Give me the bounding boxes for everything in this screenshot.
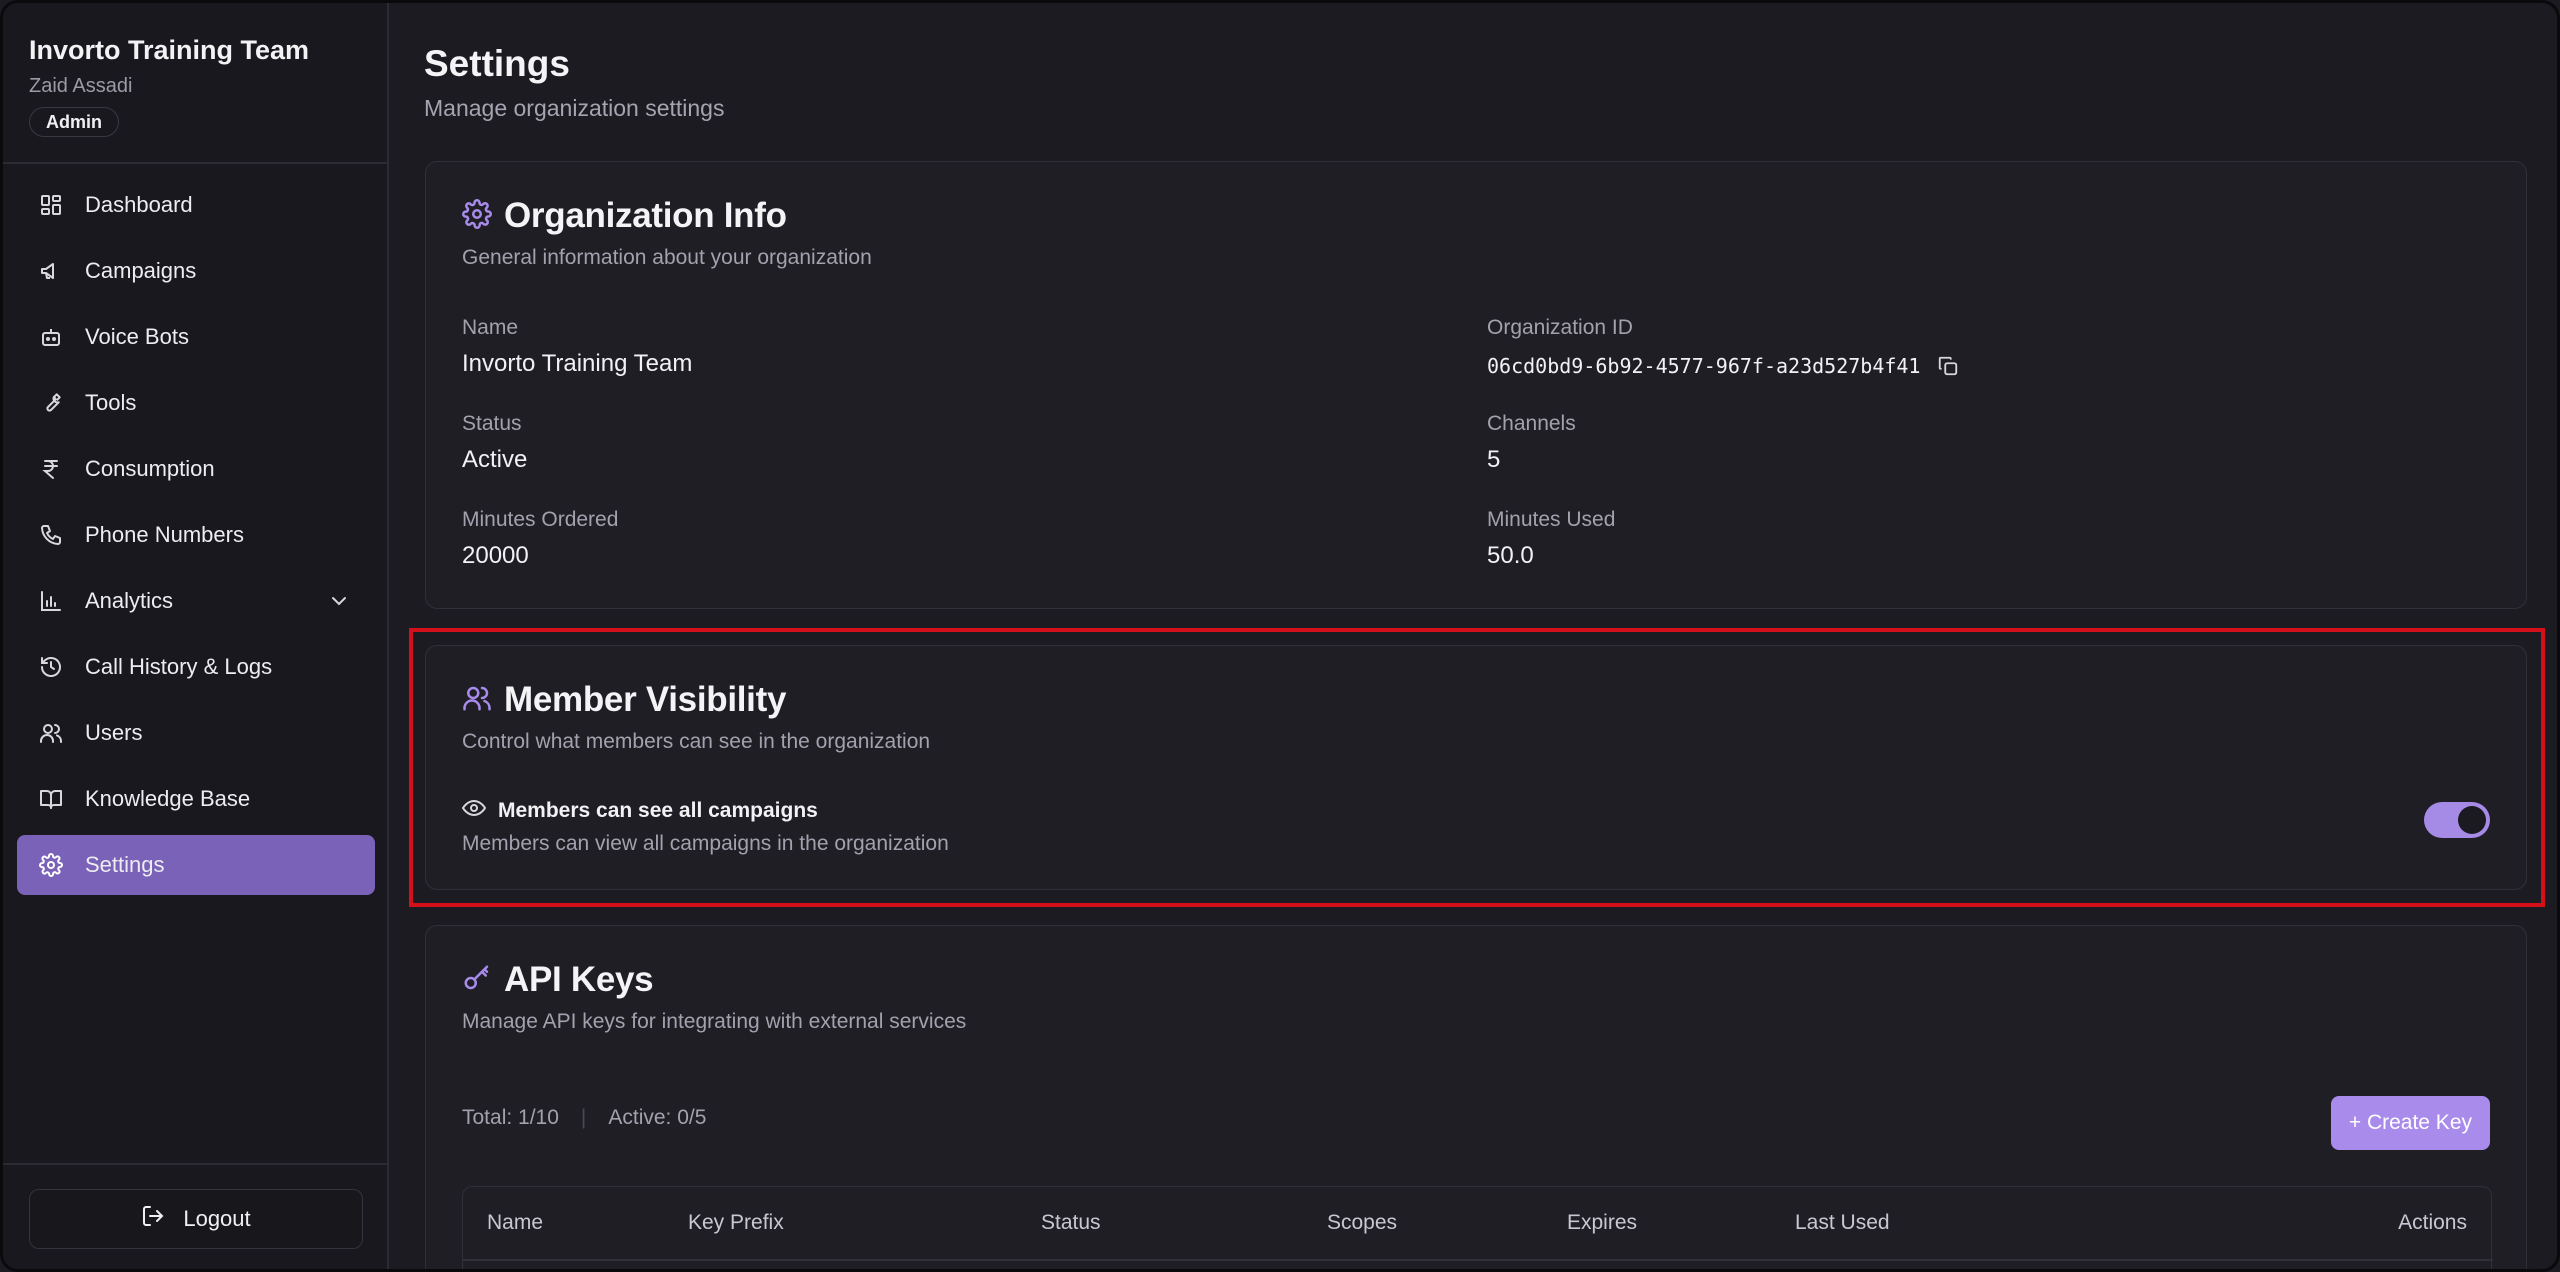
sidebar-item-label: Settings — [85, 852, 165, 877]
sidebar-item-label: Users — [85, 720, 143, 745]
dashboard-icon — [39, 193, 63, 217]
chevron-down-icon[interactable] — [327, 589, 351, 613]
card-description: General information about your organizat… — [462, 246, 872, 269]
copy-icon[interactable] — [1937, 355, 1959, 377]
sidebar-item-campaigns[interactable]: Campaigns — [17, 241, 375, 301]
logout-button[interactable]: Logout — [29, 1189, 363, 1249]
sidebar-item-call-history[interactable]: Call History & Logs — [17, 637, 375, 697]
sidebar-item-settings[interactable]: Settings — [17, 835, 375, 895]
stats-separator: | — [580, 1106, 587, 1129]
card-title: API Keys — [504, 960, 654, 999]
sidebar-item-analytics[interactable]: Analytics — [17, 571, 375, 631]
sidebar-item-users[interactable]: Users — [17, 703, 375, 763]
sidebar-bottom-divider — [3, 1163, 389, 1165]
history-icon — [39, 655, 63, 679]
column-header-name[interactable]: Name — [487, 1211, 543, 1235]
phone-icon — [39, 523, 63, 547]
card-header: Member Visibility — [462, 680, 786, 720]
org-name: Invorto Training Team — [29, 35, 310, 65]
gear-icon — [462, 198, 492, 234]
column-header-last-used[interactable]: Last Used — [1795, 1211, 1890, 1235]
card-description: Control what members can see in the orga… — [462, 730, 931, 753]
sidebar-item-dashboard[interactable]: Dashboard — [17, 175, 375, 235]
sidebar-item-voice-bots[interactable]: Voice Bots — [17, 307, 375, 367]
status-value: Active — [462, 446, 528, 473]
api-key-stats: Total: 1/10 | Active: 0/5 — [462, 1106, 706, 1130]
page-subtitle: Manage organization settings — [424, 95, 725, 121]
users-icon — [39, 721, 63, 745]
bar-chart-icon — [39, 589, 63, 613]
toggle-knob — [2458, 806, 2486, 834]
role-badge: Admin — [29, 107, 119, 137]
org-id-value: 06cd0bd9-6b92-4577-967f-a23d527b4f41 — [1487, 354, 1921, 378]
page-title: Settings — [424, 43, 570, 84]
card-header: API Keys — [462, 960, 654, 1000]
sidebar-nav: Dashboard Campaigns Voice Bots Tools Con… — [17, 175, 375, 901]
active-count: Active: 0/5 — [608, 1106, 707, 1129]
minutes-used-label: Minutes Used — [1487, 508, 1616, 531]
column-header-expires[interactable]: Expires — [1567, 1211, 1637, 1235]
api-keys-table: Name Key Prefix Status Scopes Expires La… — [462, 1186, 2493, 1269]
sidebar-item-label: Phone Numbers — [85, 522, 244, 547]
sidebar-item-label: Campaigns — [85, 258, 197, 283]
minutes-used-value: 50.0 — [1487, 542, 1534, 569]
card-title: Member Visibility — [504, 680, 787, 719]
logout-label: Logout — [183, 1206, 251, 1231]
channels-label: Channels — [1487, 412, 1576, 435]
main-content: Settings Manage organization settings Or… — [389, 3, 2557, 1269]
organization-info-card: Organization Info General information ab… — [425, 161, 2527, 609]
card-description: Manage API keys for integrating with ext… — [462, 1010, 967, 1033]
total-count: Total: 1/10 — [462, 1106, 559, 1129]
table-header-divider — [463, 1259, 2493, 1261]
sidebar-item-phone-numbers[interactable]: Phone Numbers — [17, 505, 375, 565]
status-label: Status — [462, 412, 522, 435]
user-name: Zaid Assadi — [29, 75, 133, 97]
members-see-all-campaigns-toggle[interactable] — [2424, 802, 2490, 838]
bot-icon — [39, 325, 63, 349]
sidebar-item-label: Consumption — [85, 456, 215, 481]
column-header-actions[interactable]: Actions — [2398, 1211, 2467, 1235]
setting-title: Members can see all campaigns — [498, 799, 818, 822]
api-keys-card: API Keys Manage API keys for integrating… — [425, 925, 2527, 1269]
sidebar-item-label: Voice Bots — [85, 324, 189, 349]
eye-icon — [461, 796, 487, 826]
sidebar-divider — [3, 162, 389, 164]
sidebar-item-knowledge-base[interactable]: Knowledge Base — [17, 769, 375, 829]
create-key-button[interactable]: + Create Key — [2330, 1096, 2490, 1150]
sidebar-item-label: Knowledge Base — [85, 786, 251, 811]
card-header: Organization Info — [462, 196, 787, 236]
wrench-icon — [39, 391, 63, 415]
sidebar-item-label: Tools — [85, 390, 137, 415]
column-header-scopes[interactable]: Scopes — [1327, 1211, 1397, 1235]
book-icon — [39, 787, 63, 811]
org-header: Invorto Training Team Zaid Assadi Admin — [29, 31, 369, 137]
sidebar-item-label: Dashboard — [85, 192, 193, 217]
setting-description: Members can view all campaigns in the or… — [462, 832, 949, 855]
users-icon — [462, 683, 492, 718]
column-header-status[interactable]: Status — [1041, 1211, 1101, 1235]
name-label: Name — [462, 316, 519, 339]
key-icon — [462, 963, 492, 998]
minutes-ordered-label: Minutes Ordered — [462, 508, 619, 531]
setting-title-row: Members can see all campaigns — [461, 796, 818, 826]
megaphone-icon — [39, 259, 63, 283]
sidebar-item-tools[interactable]: Tools — [17, 373, 375, 433]
minutes-ordered-value: 20000 — [462, 542, 529, 569]
column-header-key-prefix[interactable]: Key Prefix — [688, 1211, 784, 1235]
sidebar-item-label: Call History & Logs — [85, 654, 273, 679]
app-window: Invorto Training Team Zaid Assadi Admin … — [0, 0, 2560, 1272]
channels-value: 5 — [1487, 446, 1501, 473]
member-visibility-card: Member Visibility Control what members c… — [425, 645, 2527, 890]
sidebar: Invorto Training Team Zaid Assadi Admin … — [3, 3, 389, 1269]
org-id-label: Organization ID — [1487, 316, 1633, 339]
org-id-row: 06cd0bd9-6b92-4577-967f-a23d527b4f41 — [1487, 352, 1959, 380]
logout-icon — [141, 1204, 165, 1234]
rupee-icon — [39, 457, 63, 481]
name-value: Invorto Training Team — [462, 350, 693, 377]
card-title: Organization Info — [504, 196, 787, 235]
gear-icon — [39, 853, 63, 877]
sidebar-item-consumption[interactable]: Consumption — [17, 439, 375, 499]
sidebar-item-label: Analytics — [85, 588, 174, 613]
